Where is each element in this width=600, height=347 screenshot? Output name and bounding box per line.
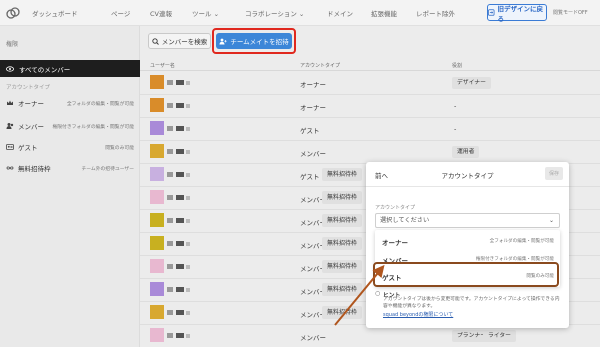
annotation-arrow xyxy=(334,264,385,326)
